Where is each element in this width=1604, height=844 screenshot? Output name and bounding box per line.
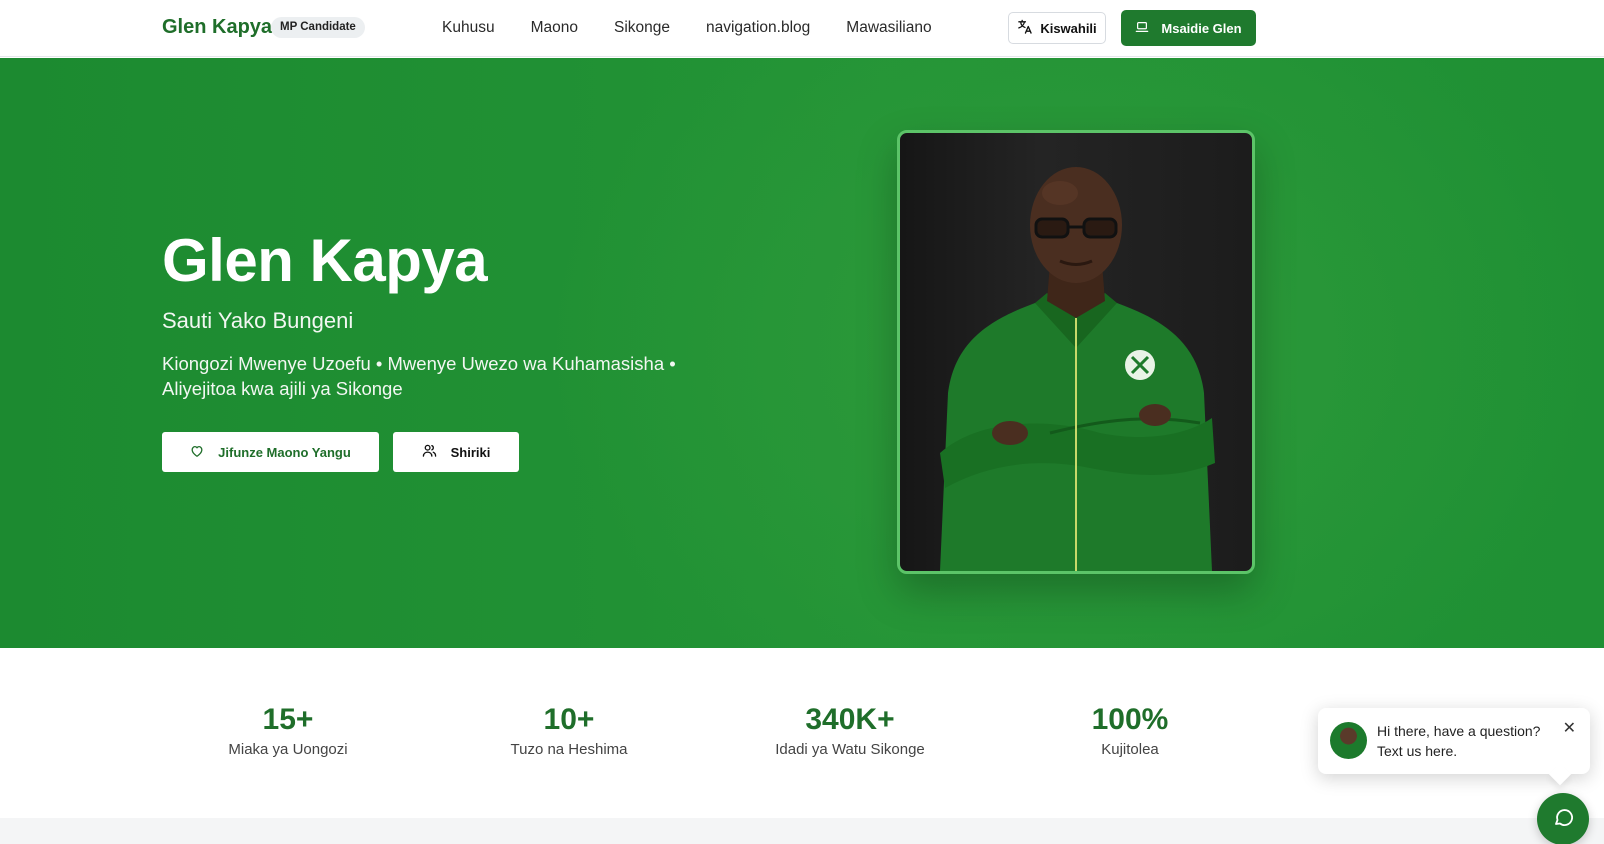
support-label: Msaidie Glen [1161, 20, 1242, 36]
close-icon[interactable]: ✕ [1563, 718, 1576, 738]
candidate-badge: MP Candidate [271, 17, 365, 38]
chat-icon [1551, 805, 1575, 834]
nav-link-blog[interactable]: navigation.blog [706, 19, 810, 37]
language-label: Kiswahili [1040, 20, 1097, 36]
hero-title: Glen Kapya [162, 227, 488, 294]
stat-awards: 10+ Tuzo na Heshima [449, 703, 689, 758]
nav-link-kuhusu[interactable]: Kuhusu [442, 19, 495, 37]
laptop-icon [1135, 20, 1149, 37]
participate-label: Shiriki [450, 444, 491, 460]
chat-message: Hi there, have a question? Text us here. [1377, 723, 1541, 759]
candidate-portrait [897, 130, 1255, 574]
next-section-band [0, 818, 1604, 844]
chat-prompt[interactable]: Hi there, have a question? Text us here.… [1318, 708, 1590, 774]
stat-population: 340K+ Idadi ya Watu Sikonge [730, 703, 970, 758]
heart-icon [190, 444, 204, 461]
stat-label: Tuzo na Heshima [510, 741, 628, 758]
chat-avatar [1330, 722, 1367, 759]
nav-link-sikonge[interactable]: Sikonge [614, 19, 670, 37]
hero-description: Kiongozi Mwenye Uzoefu • Mwenye Uwezo wa… [162, 353, 676, 399]
users-icon [422, 443, 437, 461]
stat-value: 340K+ [805, 703, 895, 736]
brand-logo[interactable]: Glen Kapya [162, 16, 272, 39]
hero-subtitle: Sauti Yako Bungeni [162, 308, 354, 333]
support-button[interactable]: Msaidie Glen [1121, 10, 1256, 46]
site-header: Glen Kapya MP Candidate Kuhusu Maono Sik… [0, 0, 1604, 57]
learn-vision-button[interactable]: Jifunze Maono Yangu [162, 432, 379, 472]
stat-label: Miaka ya Uongozi [228, 741, 348, 758]
participate-button[interactable]: Shiriki [393, 432, 519, 472]
learn-vision-label: Jifunze Maono Yangu [218, 444, 351, 460]
main-nav: Kuhusu Maono Sikonge navigation.blog Maw… [442, 19, 932, 37]
stat-value: 10+ [543, 703, 595, 736]
stat-label: Kujitolea [1101, 741, 1159, 758]
nav-link-mawasiliano[interactable]: Mawasiliano [846, 19, 931, 37]
language-button[interactable]: Kiswahili [1008, 12, 1106, 44]
stat-value: 15+ [262, 703, 314, 736]
stat-label: Idadi ya Watu Sikonge [775, 741, 925, 758]
stat-value: 100% [1091, 703, 1169, 736]
stat-leadership-years: 15+ Miaka ya Uongozi [168, 703, 408, 758]
nav-link-maono[interactable]: Maono [531, 19, 578, 37]
chat-launcher-button[interactable] [1537, 793, 1589, 844]
stat-commitment: 100% Kujitolea [1010, 703, 1250, 758]
translate-icon [1017, 19, 1033, 37]
hero-section: Glen Kapya Sauti Yako Bungeni Kiongozi M… [0, 58, 1604, 648]
